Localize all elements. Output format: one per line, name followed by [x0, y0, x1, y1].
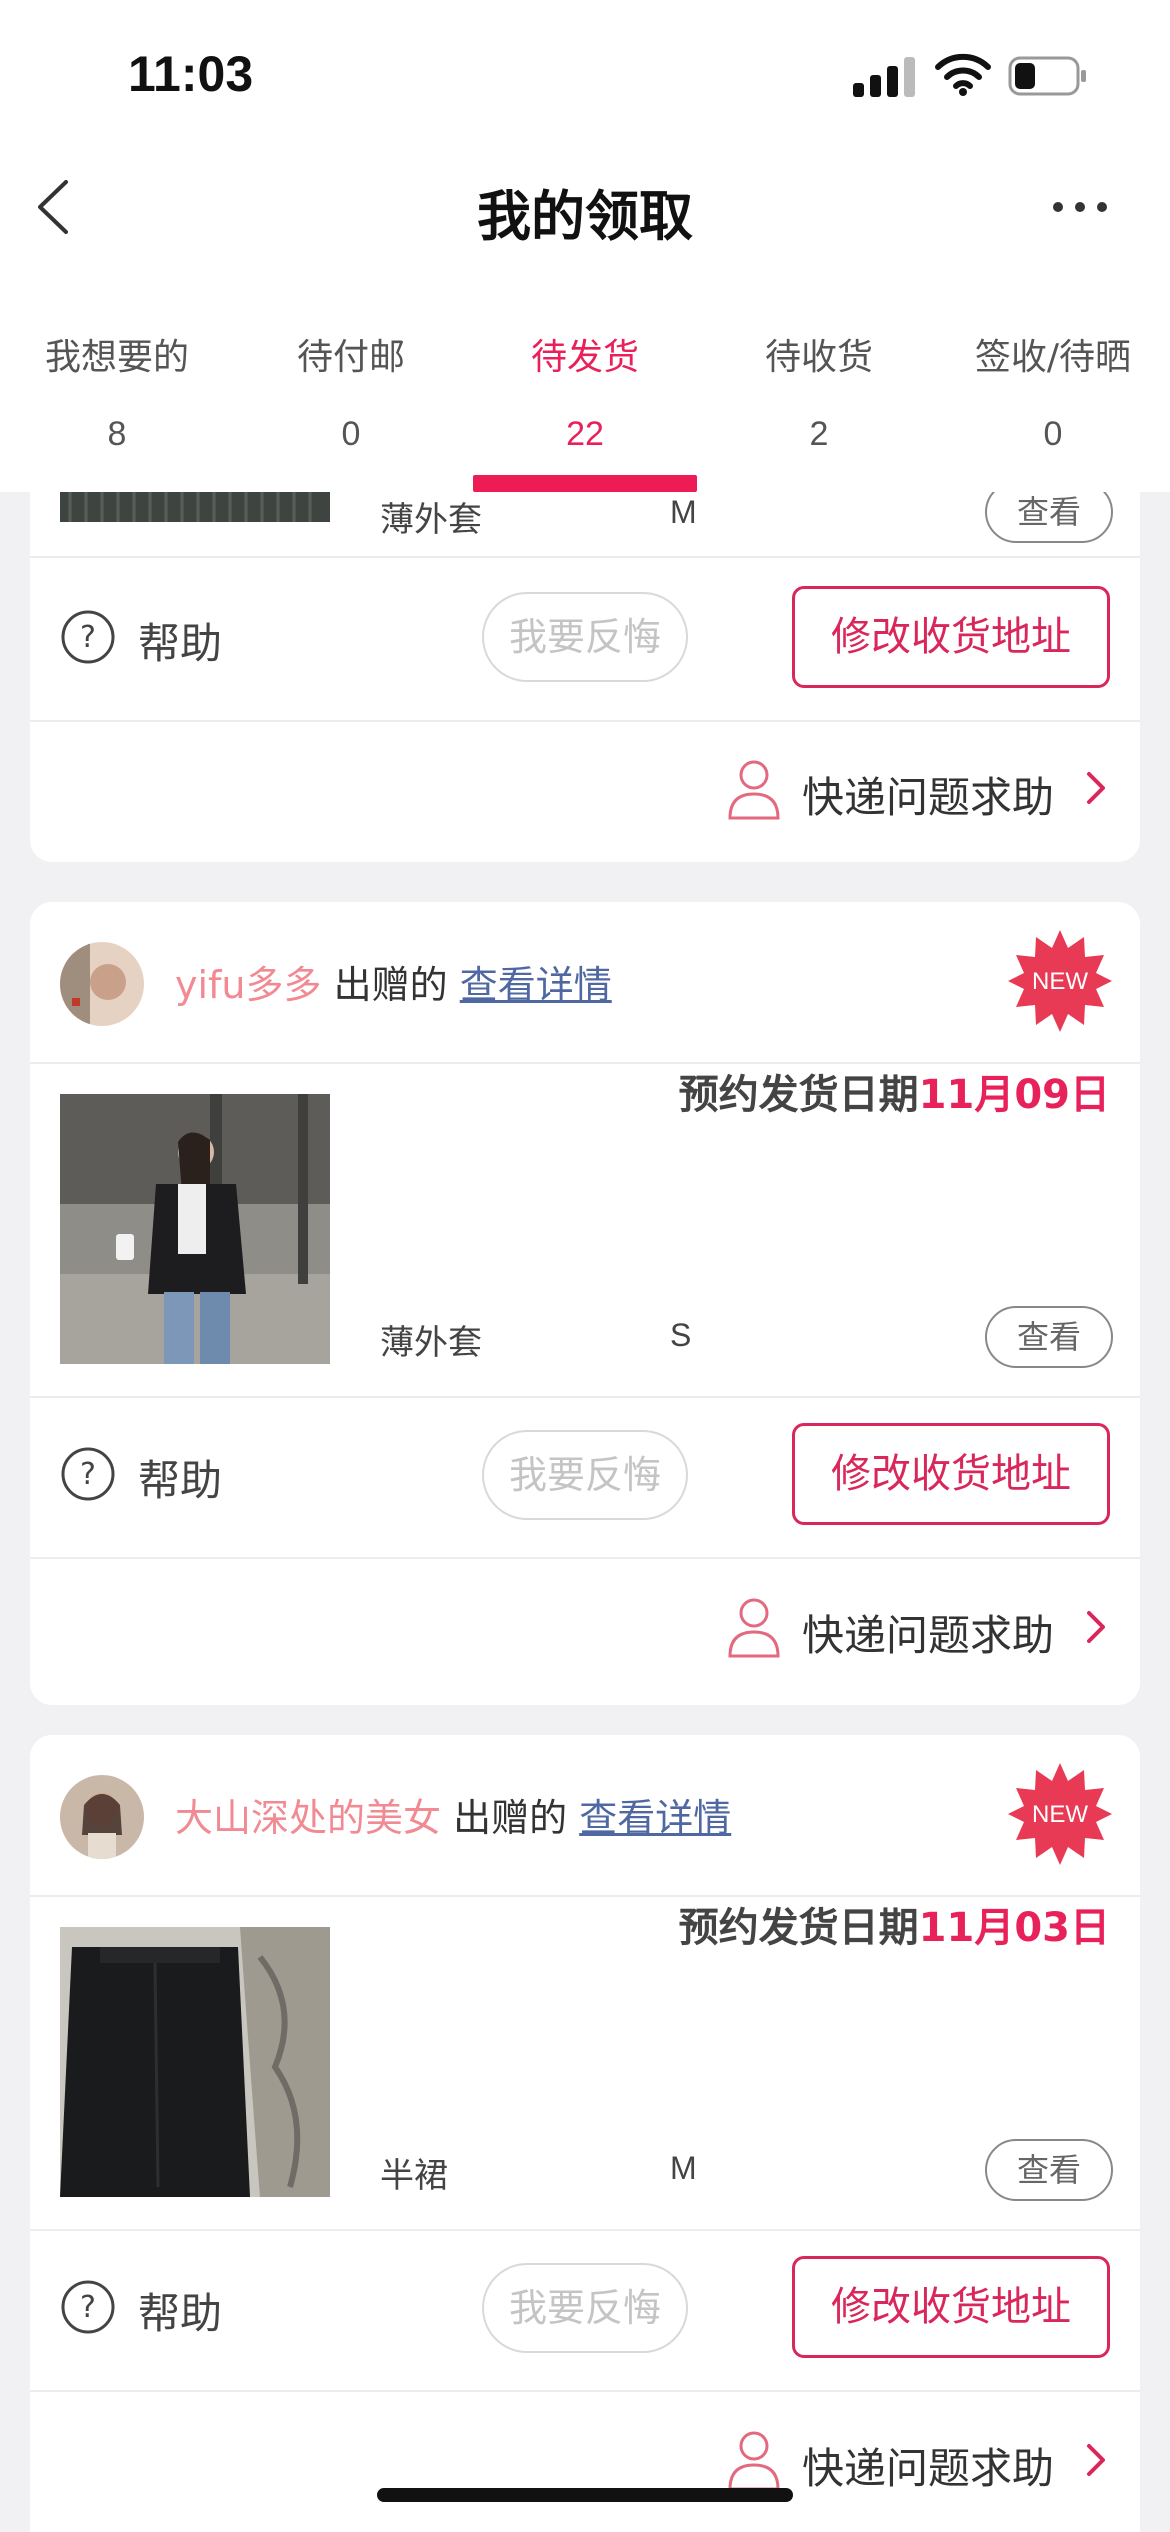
divider: [30, 2229, 1140, 2231]
person-icon: [728, 1598, 780, 1658]
status-time: 11:03: [128, 46, 254, 102]
svg-text:?: ?: [80, 1457, 96, 1492]
status-bar: 11:03: [0, 0, 1170, 150]
divider: [30, 720, 1140, 722]
regret-button[interactable]: 我要反悔: [482, 1430, 688, 1520]
view-detail-link[interactable]: 查看详情: [579, 1796, 731, 1840]
new-badge-icon: NEW: [1008, 930, 1112, 1032]
ship-date-value: 11月09日: [918, 1072, 1110, 1118]
avatar[interactable]: [60, 1775, 144, 1859]
tab-pending-shipment[interactable]: 待发货 22: [468, 260, 702, 492]
given-by-text: 出赠的: [333, 963, 448, 1007]
owner-line: 大山深处的美女 出赠的 查看详情: [175, 1787, 731, 1842]
product-name: 半裙: [380, 2156, 448, 2196]
courier-help-link[interactable]: 快递问题求助: [802, 1602, 1054, 1663]
product-size: M: [670, 2150, 697, 2186]
ship-date-label: 预约发货日期: [678, 1905, 919, 1951]
help-label[interactable]: 帮助: [138, 1447, 222, 1508]
tab-count: 8: [107, 415, 127, 453]
tab-count: 22: [566, 415, 604, 453]
modify-address-button[interactable]: 修改收货地址: [792, 2256, 1110, 2358]
person-icon: [728, 2431, 780, 2491]
tab-count: 0: [1043, 415, 1063, 453]
divider: [30, 1396, 1140, 1398]
home-indicator[interactable]: [377, 2488, 793, 2502]
owner-name[interactable]: yifu多多: [175, 963, 322, 1007]
tab-label: 我想要的: [44, 337, 189, 378]
tab-wanted[interactable]: 我想要的 8: [0, 260, 234, 492]
owner-row: yifu多多 出赠的 查看详情 NEW: [30, 902, 1140, 1062]
help-icon[interactable]: ?: [60, 1446, 116, 1502]
courier-help-link[interactable]: 快递问题求助: [802, 764, 1054, 825]
new-badge-text: NEW: [1032, 1801, 1088, 1828]
tab-label: 签收/待晒: [974, 337, 1132, 378]
divider: [30, 556, 1140, 558]
ship-date-label: 预约发货日期: [678, 1072, 919, 1118]
nav-bar: 我的领取: [0, 150, 1170, 260]
ship-date: 预约发货日期11月09日: [679, 1062, 1110, 1120]
modify-address-button[interactable]: 修改收货地址: [792, 1423, 1110, 1525]
view-button[interactable]: 查看: [985, 2139, 1113, 2201]
modify-address-button[interactable]: 修改收货地址: [792, 586, 1110, 688]
owner-line: yifu多多 出赠的 查看详情: [175, 954, 612, 1009]
given-by-text: 出赠的: [453, 1796, 568, 1840]
page-title: 我的领取: [477, 185, 693, 248]
order-card: 大山深处的美女 出赠的 查看详情 NEW 预约发货日期11月03日 半裙 M 查…: [30, 1735, 1140, 2532]
new-badge-text: NEW: [1032, 968, 1088, 995]
battery-icon: [1008, 56, 1086, 96]
ship-date: 预约发货日期11月03日: [679, 1895, 1110, 1953]
product-name: 薄外套: [380, 500, 482, 540]
order-status-tabs: 我想要的 8 待付邮 0 待发货 22 待收货 2 签收/待晒 0: [0, 260, 1170, 492]
divider: [30, 1557, 1140, 1559]
owner-name[interactable]: 大山深处的美女: [175, 1796, 441, 1840]
view-detail-link[interactable]: 查看详情: [460, 963, 612, 1007]
chevron-right-icon[interactable]: [1084, 1609, 1108, 1645]
tab-count: 0: [341, 415, 361, 453]
view-button[interactable]: 查看: [985, 1306, 1113, 1368]
svg-text:?: ?: [80, 620, 96, 655]
tab-pending-receipt[interactable]: 待收货 2: [702, 260, 936, 492]
product-name: 薄外套: [380, 1323, 482, 1363]
product-size: M: [670, 494, 697, 530]
divider: [30, 2390, 1140, 2392]
order-list[interactable]: 薄外套 M 查看 ? 帮助 我要反悔 修改收货地址 快递问题求助 yifu多多 …: [0, 492, 1170, 2532]
order-card: yifu多多 出赠的 查看详情 NEW 预约发货日期11月09日 薄外套 S 查…: [30, 902, 1140, 1705]
help-label[interactable]: 帮助: [138, 610, 222, 671]
person-icon: [728, 760, 780, 820]
active-tab-indicator: [473, 475, 697, 492]
tab-pending-postage[interactable]: 待付邮 0: [234, 260, 468, 492]
product-image[interactable]: [60, 492, 330, 522]
order-card: 薄外套 M 查看 ? 帮助 我要反悔 修改收货地址 快递问题求助: [30, 492, 1140, 862]
new-badge-icon: NEW: [1008, 1763, 1112, 1865]
tab-label: 待付邮: [296, 337, 405, 378]
help-icon[interactable]: ?: [60, 609, 116, 665]
help-label[interactable]: 帮助: [138, 2280, 222, 2341]
svg-text:?: ?: [80, 2290, 96, 2325]
avatar[interactable]: [60, 942, 144, 1026]
more-icon[interactable]: [1050, 192, 1110, 222]
view-button[interactable]: 查看: [985, 492, 1113, 543]
tab-count: 2: [809, 415, 829, 453]
courier-help-link[interactable]: 快递问题求助: [802, 2435, 1054, 2496]
product-size: S: [670, 1317, 692, 1353]
tab-signed-review[interactable]: 签收/待晒 0: [936, 260, 1170, 492]
cellular-signal-icon: [853, 55, 915, 97]
regret-button[interactable]: 我要反悔: [482, 2263, 688, 2353]
regret-button[interactable]: 我要反悔: [482, 592, 688, 682]
chevron-right-icon[interactable]: [1084, 2442, 1108, 2478]
wifi-icon: [935, 53, 991, 96]
product-image[interactable]: [60, 1927, 330, 2197]
chevron-right-icon[interactable]: [1084, 770, 1108, 806]
ship-date-value: 11月03日: [918, 1905, 1110, 1951]
tab-label: 待收货: [764, 337, 873, 378]
help-icon[interactable]: ?: [60, 2279, 116, 2335]
product-image[interactable]: [60, 1094, 330, 1364]
tab-label: 待发货: [530, 337, 639, 378]
owner-row: 大山深处的美女 出赠的 查看详情 NEW: [30, 1735, 1140, 1895]
